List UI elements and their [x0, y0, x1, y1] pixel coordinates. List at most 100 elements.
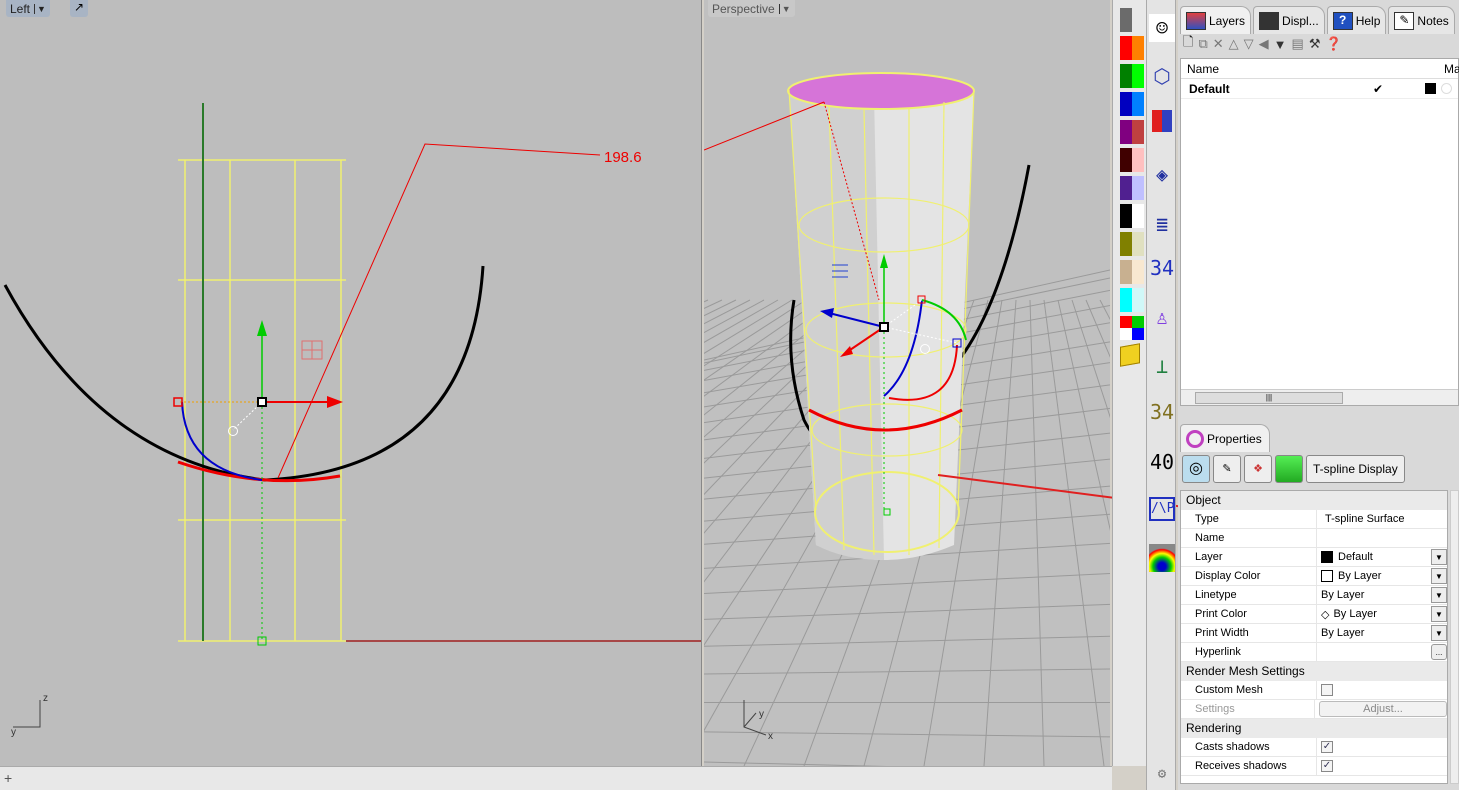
prop-value: T-spline Surface: [1325, 513, 1405, 525]
perspective-viewport[interactable]: y x Perspective ▼: [704, 0, 1110, 766]
color-swatch[interactable]: [1120, 260, 1144, 284]
column-material[interactable]: Ma: [1444, 62, 1459, 76]
layers-hscrollbar[interactable]: |||: [1181, 389, 1458, 405]
casts-shadows-checkbox[interactable]: ✓: [1321, 741, 1333, 753]
delete-icon[interactable]: ✕: [1213, 36, 1224, 52]
left-viewport-canvas[interactable]: 198.6 z y: [0, 0, 702, 766]
color-swatch[interactable]: [1120, 148, 1144, 172]
dimension-34-tab-2[interactable]: 34: [1149, 398, 1175, 426]
prop-receives-shadows[interactable]: Receives shadows ✓: [1181, 757, 1447, 776]
filter-icon[interactable]: ▼: [1274, 37, 1287, 52]
color-swatch[interactable]: [1120, 8, 1144, 32]
hammer-icon[interactable]: ⚒: [1309, 36, 1321, 52]
dimension-34-tab[interactable]: 34: [1149, 254, 1175, 282]
layer-3-icon[interactable]: ◈: [1149, 160, 1175, 188]
record-history-icon[interactable]: ↗: [70, 0, 88, 17]
gumball-icon[interactable]: ⟂: [1149, 352, 1175, 380]
color-swatch[interactable]: [1120, 92, 1144, 116]
rainbow-icon[interactable]: [1149, 544, 1175, 572]
layer-row[interactable]: Default ✔: [1181, 79, 1458, 99]
color-swatch[interactable]: [1120, 204, 1144, 228]
scroll-thumb[interactable]: |||: [1195, 392, 1343, 404]
properties-toolbar: ◎ ✎ ❖ T-spline Display: [1182, 455, 1405, 483]
prop-print-color[interactable]: Print Color ◇ By Layer ▼: [1181, 605, 1447, 624]
layer-color-swatch[interactable]: [1425, 83, 1436, 94]
help-circle-icon[interactable]: ❓: [1325, 36, 1341, 52]
smiley-icon[interactable]: ☺: [1149, 14, 1175, 42]
viewport-title-perspective[interactable]: Perspective ▼: [708, 0, 795, 17]
tab-display[interactable]: Displ...: [1253, 6, 1325, 34]
tab-help[interactable]: ? Help: [1326, 6, 1387, 34]
prop-casts-shadows[interactable]: Casts shadows ✓: [1181, 738, 1447, 757]
perspective-canvas[interactable]: y x: [704, 0, 1110, 766]
chevron-down-icon[interactable]: ▼: [1431, 568, 1447, 584]
left-viewport[interactable]: 198.6 z y Left ▼ ↗: [0, 0, 702, 766]
prop-label: Casts shadows: [1181, 738, 1317, 756]
tab-layers[interactable]: Layers: [1180, 6, 1252, 34]
section-object: Object: [1181, 491, 1447, 510]
prop-hyperlink[interactable]: Hyperlink...: [1181, 643, 1447, 662]
prop-linetype[interactable]: Linetype By Layer ▼: [1181, 586, 1447, 605]
color-swatch[interactable]: [1120, 232, 1144, 256]
stack-icon[interactable]: ≣: [1149, 210, 1175, 238]
texture-icon[interactable]: ❖: [1244, 455, 1272, 483]
move-up-icon[interactable]: △: [1229, 36, 1239, 52]
color-bars-icon[interactable]: [1149, 110, 1175, 138]
multi-color-swatch[interactable]: [1120, 316, 1144, 340]
dimension-label: 198.6: [604, 149, 642, 166]
dimension-40-tab[interactable]: 40: [1149, 448, 1175, 476]
chevron-down-icon[interactable]: ▼: [1431, 549, 1447, 565]
prop-value: By Layer: [1333, 608, 1377, 620]
move-down-icon[interactable]: ▽: [1244, 36, 1254, 52]
layers-header: Name Ma: [1181, 59, 1459, 79]
prop-print-width[interactable]: Print Width By Layer ▼: [1181, 624, 1447, 643]
name-input[interactable]: [1317, 529, 1447, 547]
color-swatch[interactable]: [1120, 176, 1144, 200]
copy-icon[interactable]: ⧉: [1198, 36, 1207, 52]
object-properties-icon[interactable]: ◎: [1182, 455, 1210, 483]
chevron-down-icon[interactable]: ▼: [34, 3, 46, 14]
tab-notes[interactable]: ✎ Notes: [1388, 6, 1455, 34]
green-page-icon[interactable]: [1275, 455, 1303, 483]
properties-grid: Object Type T-spline Surface Name Layer De…: [1180, 490, 1448, 784]
chevron-down-icon[interactable]: ▼: [1431, 606, 1447, 622]
prop-label: Layer: [1181, 548, 1317, 566]
tab-label: Layers: [1209, 13, 1246, 28]
viewport-title-left[interactable]: Left ▼: [6, 0, 50, 17]
color-swatch[interactable]: [1120, 64, 1144, 88]
prop-name[interactable]: Name: [1181, 529, 1447, 548]
custom-mesh-checkbox[interactable]: [1321, 684, 1333, 696]
mesh-icon[interactable]: ⬡: [1149, 62, 1175, 90]
column-name[interactable]: Name: [1181, 62, 1371, 76]
figure-icon[interactable]: ♙: [1149, 303, 1175, 331]
page-icon[interactable]: ▤: [1292, 36, 1304, 52]
prop-label: Type: [1181, 510, 1317, 528]
current-layer-check[interactable]: ✔: [1373, 82, 1383, 96]
gear-icon[interactable]: ⚙: [1149, 760, 1175, 788]
tspline-display-button[interactable]: T-spline Display: [1306, 455, 1405, 483]
adjust-button[interactable]: Adjust...: [1319, 701, 1447, 717]
new-layer-icon[interactable]: 🗋: [1183, 33, 1193, 55]
prop-layer[interactable]: Layer Default ▼: [1181, 548, 1447, 567]
chevron-down-icon[interactable]: ▼: [1431, 587, 1447, 603]
cylinder-top: [787, 72, 975, 110]
back-icon[interactable]: ◀: [1259, 36, 1269, 52]
material-icon[interactable]: ✎: [1213, 455, 1241, 483]
receives-shadows-checkbox[interactable]: ✓: [1321, 760, 1333, 772]
prop-label: Receives shadows: [1181, 757, 1317, 775]
add-viewport-icon[interactable]: +: [4, 770, 12, 786]
properties-vscrollbar[interactable]: [1450, 490, 1459, 784]
color-swatch[interactable]: [1120, 36, 1144, 60]
prop-display-color[interactable]: Display Color By Layer ▼: [1181, 567, 1447, 586]
prop-custom-mesh[interactable]: Custom Mesh: [1181, 681, 1447, 700]
cube-icon[interactable]: [1120, 343, 1140, 367]
chevron-down-icon[interactable]: ▼: [1431, 625, 1447, 641]
hyperlink-browse-button[interactable]: ...: [1431, 644, 1447, 660]
chevron-down-icon[interactable]: ▼: [778, 3, 791, 14]
color-swatch[interactable]: [1120, 120, 1144, 144]
axis-x-label: x: [768, 731, 773, 742]
material-icon[interactable]: [1441, 83, 1452, 94]
ap-tab[interactable]: /\P: [1149, 497, 1175, 521]
tab-properties[interactable]: Properties: [1180, 424, 1270, 452]
color-swatch[interactable]: [1120, 288, 1144, 312]
